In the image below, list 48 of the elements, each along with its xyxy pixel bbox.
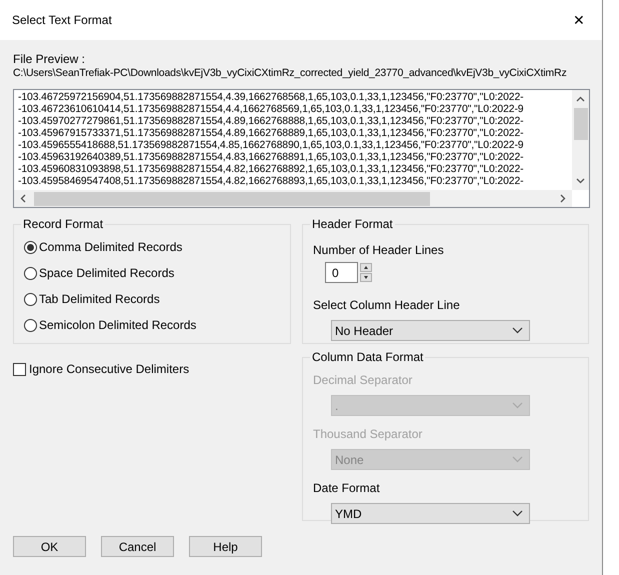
horizontal-scrollbar[interactable] — [14, 190, 572, 207]
window-title: Select Text Format — [12, 12, 112, 29]
dropdown-caret-icon — [512, 402, 523, 409]
dialog-button[interactable]: Cancel — [101, 536, 174, 557]
vertical-scrollbar[interactable] — [572, 90, 589, 190]
preview-line: -103.45967915733371,51.173569882871554,4.89,1662768889,1,65,103,0.1,33,1,123456,"F0:23770","L0:2022- — [18, 128, 524, 140]
preview-line: -103.45960831093898,51.173569882871554,4.82,1662768892,1,65,103,0.1,33,1,123456,"F0:23770","L0:2022- — [18, 164, 524, 176]
format-select[interactable]: YMD — [331, 503, 530, 524]
preview-line: -103.45970277279861,51.173569882871554,4.89,1662768888,1,65,103,0.1,33,1,123456,"F0:23770","L0:2022- — [18, 116, 524, 128]
dropdown-caret-icon — [512, 510, 523, 517]
scroll-up-icon[interactable] — [576, 96, 585, 102]
dialog-button[interactable]: Help — [189, 536, 262, 557]
scroll-thumb[interactable] — [34, 192, 430, 206]
field-label: Thousand Separator — [313, 426, 424, 443]
preview-line: -103.46725972156904,51.173569882871554,4.39,1662768568,1,65,103,0.1,33,1,123456,"F0:23770","L0:2022- — [18, 92, 524, 104]
spin-up-icon[interactable] — [360, 263, 372, 272]
scroll-down-icon[interactable] — [576, 178, 585, 184]
dropdown-caret-icon — [512, 327, 523, 334]
header-line-select[interactable]: No Header — [331, 320, 530, 341]
radio-button[interactable] — [24, 318, 37, 332]
number-input[interactable]: 0 — [325, 262, 358, 283]
radio-option[interactable]: Comma Delimited Records — [24, 239, 290, 255]
dialog-button[interactable]: OK — [13, 536, 86, 557]
preview-line: -103.46723610610414,51.173569882871554,4.4,1662768569,1,65,103,0.1,33,1,123456,"F0:23770","L0:2022-9 — [18, 104, 524, 116]
spin-buttons[interactable] — [360, 263, 372, 282]
scroll-left-icon[interactable] — [20, 194, 26, 203]
file-preview-label: File Preview : — [13, 52, 86, 66]
radio-button[interactable] — [24, 266, 37, 280]
preview-line: -103.45963192640389,51.173569882871554,4.83,1662768891,1,65,103,0.1,33,1,123456,"F0:23770","L0:2022- — [18, 152, 524, 164]
radio-button[interactable] — [24, 240, 37, 254]
preview-line: -103.4596555418688,51.173569882871554,4.85,1662768890,1,65,103,0.1,33,1,123456,"F0:23770","L0:2022-9 — [18, 140, 524, 152]
scroll-thumb[interactable] — [574, 108, 588, 140]
close-button[interactable]: ✕ — [556, 0, 602, 40]
checkbox[interactable] — [13, 362, 26, 376]
preview-line: -103.45958469547408,51.173569882871554,4.82,1662768893,1,65,103,0.1,33,1,123456,"F0:23770","L0:2022- — [18, 176, 524, 188]
file-path: C:\Users\SeanTrefiak-PC\Downloads\kvEjV3b_vyCixiCXtimRz_corrected_yield_23770_advanced\kvEjV3b_vyCixiCXtimRz — [13, 66, 567, 81]
radio-option[interactable]: Semicolon Delimited Records — [24, 317, 290, 333]
radio-option[interactable]: Tab Delimited Records — [24, 291, 290, 307]
field-label: Decimal Separator — [313, 372, 414, 389]
spin-down-icon[interactable] — [360, 273, 372, 282]
field-label: Number of Header Lines — [313, 242, 445, 259]
scroll-right-icon[interactable] — [560, 194, 566, 203]
field-label: Date Format — [313, 480, 381, 497]
radio-option[interactable]: Space Delimited Records — [24, 265, 290, 281]
checkbox-option[interactable]: Ignore Consecutive Delimiters — [13, 360, 291, 378]
radio-button[interactable] — [24, 292, 37, 306]
dropdown-caret-icon — [512, 456, 523, 463]
field-label: Select Column Header Line — [313, 297, 461, 314]
